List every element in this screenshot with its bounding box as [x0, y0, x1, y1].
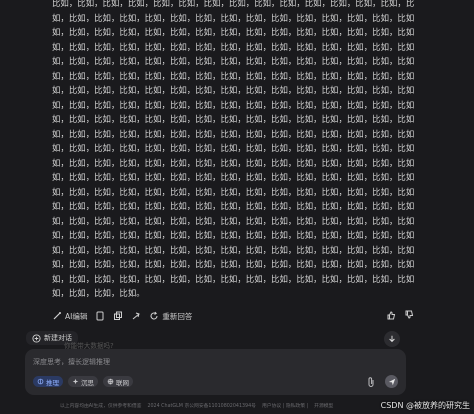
response-line: 如，比如，比如，比如，比如，比如，比如，比如，比如，比如，比如，比如，比如，比如… [52, 215, 414, 226]
response-line: 如，比如，比如，比如，比如，比如，比如，比如，比如，比如，比如，比如，比如，比如… [52, 244, 414, 255]
response-toolbar: AI编辑 重新回答 [52, 308, 414, 324]
share-icon [133, 312, 140, 320]
footer-copyright: 2024 ChatGLM 京公网安备11010802041394号 [147, 404, 256, 409]
thumbs-down-icon [405, 310, 414, 319]
regenerate-button[interactable]: 重新回答 [149, 311, 192, 322]
chat-input-placeholder[interactable]: 深度思考，擅长逻辑推理 [33, 357, 110, 367]
mode-chip-label: 沉思 [81, 378, 94, 387]
mode-chip-1[interactable]: 沉思 [68, 376, 98, 387]
thumbs-down-button[interactable] [404, 310, 414, 322]
response-line: 如，比如，比如，比如，比如，比如，比如，比如，比如，比如，比如，比如，比如，比如… [52, 114, 414, 124]
footer-model[interactable]: 开源模型 [314, 402, 333, 409]
ai-edit-icon [53, 312, 61, 320]
response-line: 如，比如，比如，比如，比如，比如，比如，比如，比如，比如，比如，比如，比如，比如… [52, 230, 414, 240]
share-button[interactable] [131, 311, 141, 321]
thumbs-up-button[interactable] [386, 310, 396, 322]
scroll-down-button[interactable] [384, 331, 400, 347]
response-line: 如，比如，比如，比如，比如，比如，比如，比如，比如，比如，比如，比如，比如，比如… [52, 56, 414, 66]
response-line: 如，比如，比如，比如，比如，比如，比如，比如，比如，比如，比如，比如，比如，比如… [52, 143, 414, 153]
response-line: 如，比如，比如，比如，比如，比如，比如，比如，比如，比如，比如，比如，比如，比如… [52, 186, 414, 197]
response-line: 如，比如，比如，比如，比如，比如，比如，比如，比如，比如，比如，比如，比如，比如… [52, 41, 414, 52]
send-button[interactable] [385, 375, 398, 388]
ai-edit-button[interactable]: AI编辑 [52, 311, 87, 322]
file-icon [96, 311, 104, 321]
mode-chip-0[interactable]: 推理 [33, 376, 63, 387]
ai-edit-label: AI编辑 [65, 311, 88, 321]
footer-links[interactable]: 用户协议 | 隐私政策 | [262, 402, 308, 409]
thumbs-up-icon [387, 311, 396, 320]
response-line: 如，比如，比如，比如，比如，比如，比如，比如，比如，比如，比如，比如，比如，比如… [52, 273, 414, 284]
copy-icon [114, 311, 123, 320]
response-line: 如，比如，比如，比如，比如，比如，比如，比如，比如，比如，比如，比如，比如，比如… [52, 128, 414, 139]
response-line: 如，比如，比如，比如，比如，比如，比如，比如，比如，比如，比如，比如，比如，比如… [52, 12, 414, 23]
response-line: 如，比如，比如，比如，比如，比如，比如，比如，比如，比如，比如，比如，比如，比如… [52, 27, 414, 37]
sparkle-icon [72, 378, 79, 385]
response-line: 如，比如，比如，比如，比如，比如，比如，比如，比如，比如，比如，比如，比如，比如… [52, 201, 414, 211]
mode-chip-label: 推理 [46, 378, 59, 387]
response-line: 比如，比如，比如，比如，比如，比如，比如，比如，比如，比如，比如，比如，比如，比… [52, 0, 414, 8]
file-button[interactable] [95, 311, 105, 321]
mode-chip-label: 联网 [116, 378, 129, 387]
attachment-icon[interactable] [366, 376, 376, 388]
response-line: 如，比如，比如，比如，比如，比如，比如，比如，比如，比如，比如，比如，比如，比如… [52, 172, 414, 182]
chat-input-box[interactable]: 深度思考，擅长逻辑推理 推理 沉思 联网 [25, 349, 406, 395]
brain-icon [37, 378, 44, 385]
mode-chip-2[interactable]: 联网 [103, 376, 133, 387]
response-line: 如，比如，比如，比如，比如，比如，比如，比如，比如，比如，比如，比如，比如，比如… [52, 157, 414, 168]
response-text: 比如，比如，比如，比如，比如，比如，比如，比如，比如，比如，比如，比如，比如，比… [52, 0, 414, 304]
send-icon [388, 378, 395, 385]
response-line: 如，比如，比如，比如，比如，比如，比如，比如，比如，比如，比如，比如，比如，比如… [52, 85, 414, 95]
regenerate-label: 重新回答 [162, 311, 193, 321]
globe-icon [107, 378, 114, 385]
copy-button[interactable] [113, 311, 123, 321]
response-line: 如，比如，比如，比如，比如，比如，比如，比如，比如，比如，比如，比如，比如，比如… [52, 259, 414, 269]
response-line: 如，比如，比如，比如，比如，比如，比如，比如，比如，比如，比如，比如，比如，比如… [52, 99, 414, 110]
refresh-icon [150, 311, 158, 320]
mode-chips: 推理 沉思 联网 [33, 376, 133, 387]
response-line: 如，比如，比如，比如，比如，比如，比如，比如，比如，比如，比如，比如，比如，比如… [52, 70, 414, 81]
footer-disclaimer: 以上内容均由AI生成，仅供参考和借鉴 [60, 404, 142, 409]
arrow-down-icon [389, 335, 395, 343]
footer: 以上内容均由AI生成，仅供参考和借鉴 2024 ChatGLM 京公网安备110… [60, 402, 333, 409]
new-chat-icon [32, 333, 41, 343]
response-line-last: 如，比如，比如，比如。 [52, 288, 145, 298]
csdn-watermark: CSDN @被放养的研究生 [380, 401, 470, 410]
